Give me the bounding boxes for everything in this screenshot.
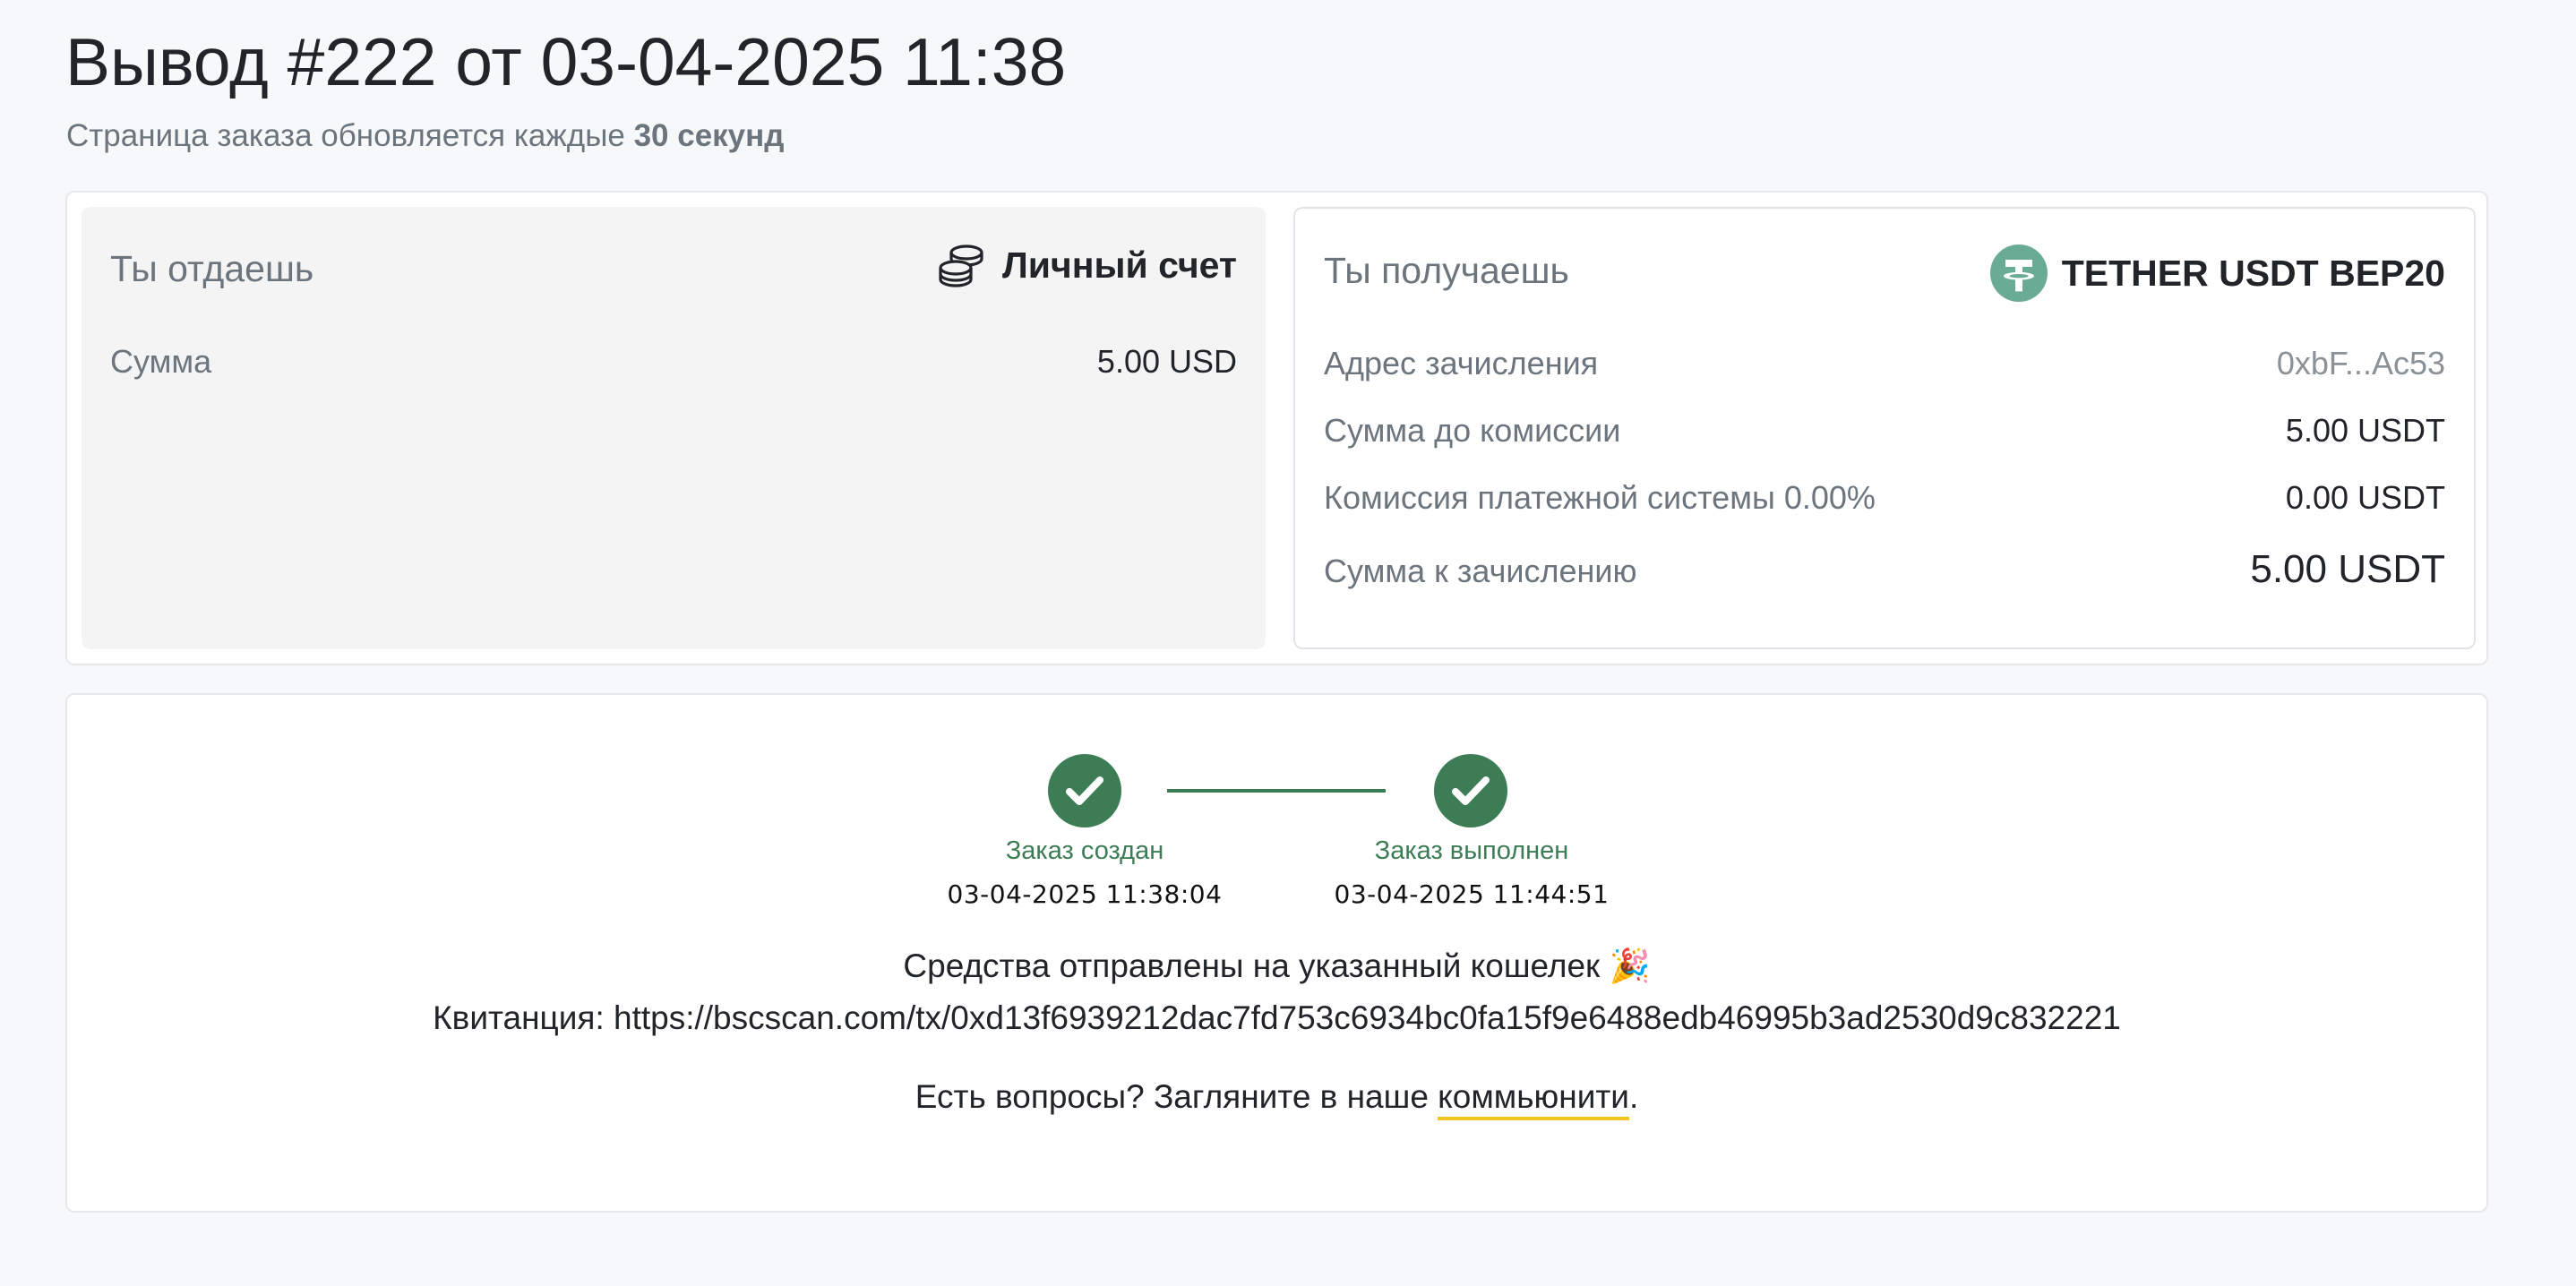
title-mid: от bbox=[436, 24, 541, 99]
give-heading: Ты отдаешь bbox=[110, 248, 314, 289]
amount-label: Сумма bbox=[110, 343, 212, 380]
step-created-time: 03-04-2025 11:38:04 bbox=[947, 879, 1223, 909]
title-prefix: Вывод bbox=[65, 24, 288, 99]
receipt-line: Квитанция: https://bscscan.com/tx/0xd13f… bbox=[67, 999, 2486, 1037]
total-value: 5.00 USDT bbox=[2250, 547, 2445, 591]
check-icon bbox=[1066, 776, 1103, 805]
give-amount-row: Сумма 5.00 USD bbox=[110, 343, 1237, 381]
refresh-notice: Страница заказа обновляется каждые 30 се… bbox=[66, 116, 785, 156]
result-message: Средства отправлены на указанный кошелек… bbox=[903, 947, 1651, 984]
receive-method: TETHER USDT BEP20 bbox=[1989, 244, 2445, 302]
refresh-text: Страница заказа обновляется каждые bbox=[66, 118, 634, 153]
help-prefix: Есть вопросы? Загляните в наше bbox=[914, 1078, 1438, 1115]
row-value: 0.00 USDT bbox=[2285, 479, 2445, 516]
step-connector bbox=[1167, 789, 1386, 793]
step-created-check bbox=[1048, 754, 1121, 827]
give-method-label: Личный счет bbox=[1001, 244, 1237, 286]
help-line: Есть вопросы? Загляните в наше коммьюнит… bbox=[67, 1078, 2486, 1120]
page-title: Вывод #222 от 03-04-2025 11:38 bbox=[65, 20, 1066, 105]
step-completed-check bbox=[1434, 754, 1507, 827]
help-suffix: . bbox=[1628, 1078, 1639, 1115]
row-label: Сумма к зачислению bbox=[1324, 553, 1637, 589]
order-status-card: Заказ создан 03-04-2025 11:38:04 Заказ в… bbox=[65, 693, 2488, 1213]
step-completed-time: 03-04-2025 11:44:51 bbox=[1334, 879, 1610, 909]
row-label: Сумма до комиссии bbox=[1324, 412, 1621, 449]
receive-method-label: TETHER USDT BEP20 bbox=[2061, 252, 2445, 294]
row-label: Адрес зачисления bbox=[1324, 345, 1599, 382]
receive-row-amount-before-fee: Сумма до комиссии 5.00 USDT bbox=[1324, 412, 2445, 450]
community-link[interactable]: коммьюнити bbox=[1438, 1078, 1629, 1120]
give-panel: Ты отдаешь Личный счет Сумма 5.00 USD bbox=[82, 207, 1266, 649]
step-completed-label: Заказ выполнен bbox=[1374, 836, 1569, 865]
step-created-label: Заказ создан bbox=[1005, 836, 1164, 865]
receive-row-total: Сумма к зачислению 5.00 USDT bbox=[1324, 547, 2445, 592]
order-datetime: 03-04-2025 11:38 bbox=[540, 24, 1067, 99]
receive-row-fee: Комиссия платежной системы 0.00% 0.00 US… bbox=[1324, 479, 2445, 517]
row-label: Комиссия платежной системы 0.00% bbox=[1324, 479, 1876, 516]
tether-icon bbox=[1989, 244, 2048, 302]
give-method: Личный счет bbox=[936, 243, 1237, 287]
order-summary-card: Ты отдаешь Личный счет Сумма 5.00 USD Ты… bbox=[65, 191, 2488, 665]
order-number: #222 bbox=[287, 24, 437, 99]
receipt-label: Квитанция: bbox=[433, 999, 614, 1036]
row-value: 5.00 USDT bbox=[2285, 412, 2445, 449]
check-icon bbox=[1452, 776, 1490, 805]
refresh-interval: 30 секунд bbox=[633, 118, 785, 153]
coins-icon bbox=[936, 243, 988, 287]
amount-value: 5.00 USD bbox=[1096, 343, 1237, 380]
receive-panel: Ты получаешь TETHER USDT BEP20 Адрес зач… bbox=[1293, 207, 2476, 649]
receipt-url: https://bscscan.com/tx/0xd13f6939212dac7… bbox=[614, 999, 2121, 1036]
receive-heading: Ты получаешь bbox=[1324, 250, 1569, 291]
wallet-address: 0xbF...Ac53 bbox=[2276, 345, 2445, 382]
receive-row-address: Адрес зачисления 0xbF...Ac53 bbox=[1324, 345, 2445, 382]
